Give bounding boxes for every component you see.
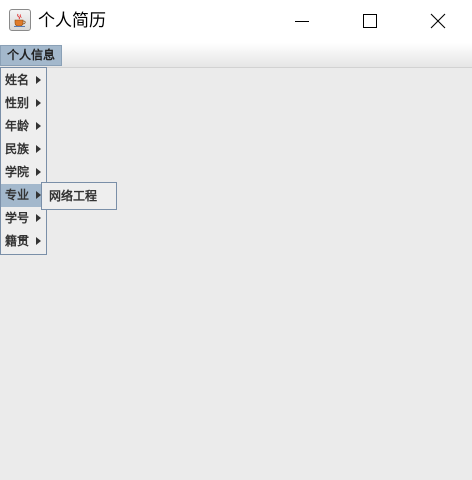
menu-item-gender[interactable]: 性别: [1, 92, 46, 115]
close-icon: [430, 13, 446, 29]
app-window: 个人简历 个人信息 姓名 性别 年龄 民族 学院 专业 学号 籍贯 网络工程: [0, 0, 472, 480]
menu-item-ethnicity[interactable]: 民族: [1, 138, 46, 161]
menu-item-label: 籍贯: [5, 234, 30, 248]
submenu-arrow-icon: [36, 145, 41, 153]
menu-item-label: 年龄: [5, 119, 30, 133]
submenu-item-label: 网络工程: [49, 189, 98, 203]
submenu-arrow-icon: [36, 122, 41, 130]
menu-item-label: 姓名: [5, 73, 30, 87]
personal-info-popup-menu: 姓名 性别 年龄 民族 学院 专业 学号 籍贯: [0, 67, 47, 255]
menu-item-name[interactable]: 姓名: [1, 69, 46, 92]
title-bar[interactable]: 个人简历: [0, 0, 472, 43]
menu-item-label: 学号: [5, 211, 30, 225]
close-button[interactable]: [404, 0, 472, 43]
menu-item-label: 性别: [5, 96, 30, 110]
submenu-arrow-icon: [36, 214, 41, 222]
submenu-arrow-icon: [36, 237, 41, 245]
minimize-icon: [295, 21, 309, 22]
submenu-arrow-icon: [36, 99, 41, 107]
java-cup-icon: [9, 9, 31, 31]
menu-item-major[interactable]: 专业: [1, 184, 46, 207]
submenu-arrow-icon: [36, 168, 41, 176]
major-submenu: 网络工程: [41, 182, 117, 210]
menu-item-student-id[interactable]: 学号: [1, 207, 46, 230]
submenu-arrow-icon: [36, 76, 41, 84]
menu-personal-info[interactable]: 个人信息: [0, 45, 62, 66]
minimize-button[interactable]: [268, 0, 336, 43]
maximize-icon: [363, 14, 377, 28]
menu-item-label: 专业: [5, 188, 30, 202]
menu-item-hometown[interactable]: 籍贯: [1, 230, 46, 253]
menu-item-age[interactable]: 年龄: [1, 115, 46, 138]
menu-item-label: 民族: [5, 142, 30, 156]
menu-item-label: 学院: [5, 165, 30, 179]
menu-item-college[interactable]: 学院: [1, 161, 46, 184]
submenu-item-network-engineering[interactable]: 网络工程: [42, 183, 116, 209]
window-title: 个人简历: [38, 11, 106, 31]
menu-bar: 个人信息: [0, 43, 472, 68]
maximize-button[interactable]: [336, 0, 404, 43]
